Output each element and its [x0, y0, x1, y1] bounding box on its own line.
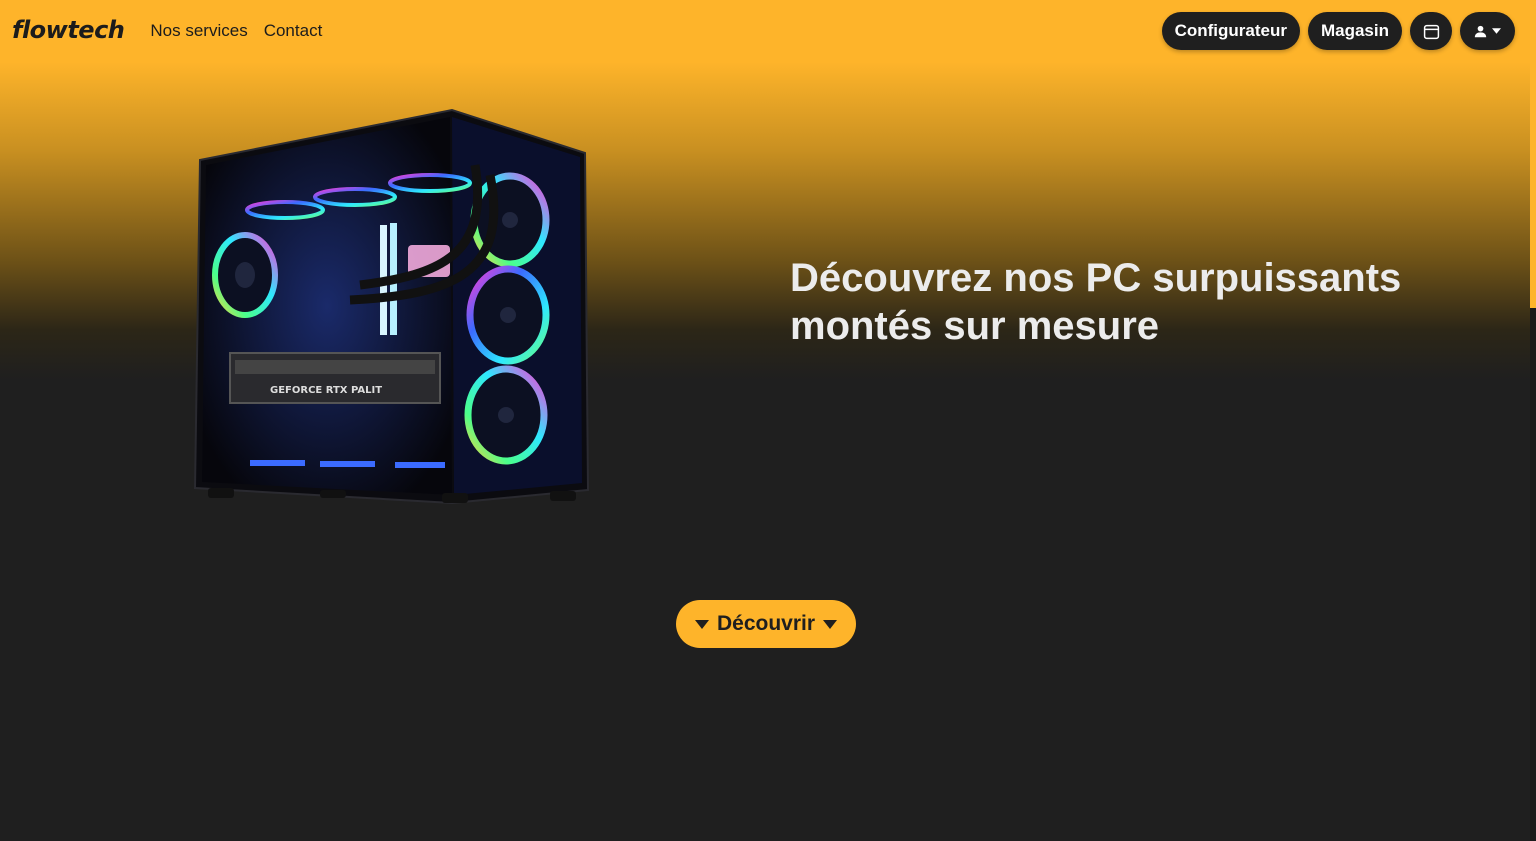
configurateur-button[interactable]: Configurateur [1161, 12, 1300, 50]
brand-logo[interactable]: flowtech [12, 16, 125, 44]
user-menu-button[interactable] [1460, 12, 1515, 50]
navbar: flowtech Nos services Contact Configurat… [0, 0, 1536, 62]
calendar-icon [1423, 24, 1439, 39]
discover-label: Découvrir [716, 612, 816, 635]
caret-down-icon [1492, 28, 1501, 34]
page-scrollbar[interactable] [1530, 0, 1536, 841]
hero-title: Découvrez nos PC surpuissants montés sur… [790, 256, 1402, 348]
calendar-button[interactable] [1410, 12, 1452, 50]
nav-actions: Configurateur Magasin [1161, 12, 1515, 50]
gaming-pc-image: GEFORCE RTX PALIT [193, 108, 590, 505]
magasin-button[interactable]: Magasin [1307, 12, 1402, 50]
user-icon [1474, 25, 1487, 37]
nav-link-services[interactable]: Nos services [150, 21, 247, 41]
nav-link-contact[interactable]: Contact [264, 21, 323, 41]
svg-text:GEFORCE RTX PALIT: GEFORCE RTX PALIT [270, 385, 382, 396]
caret-down-icon [823, 619, 838, 629]
scrollbar-thumb[interactable] [1530, 0, 1536, 308]
caret-down-icon [694, 619, 709, 629]
discover-button[interactable]: Découvrir [676, 600, 856, 648]
